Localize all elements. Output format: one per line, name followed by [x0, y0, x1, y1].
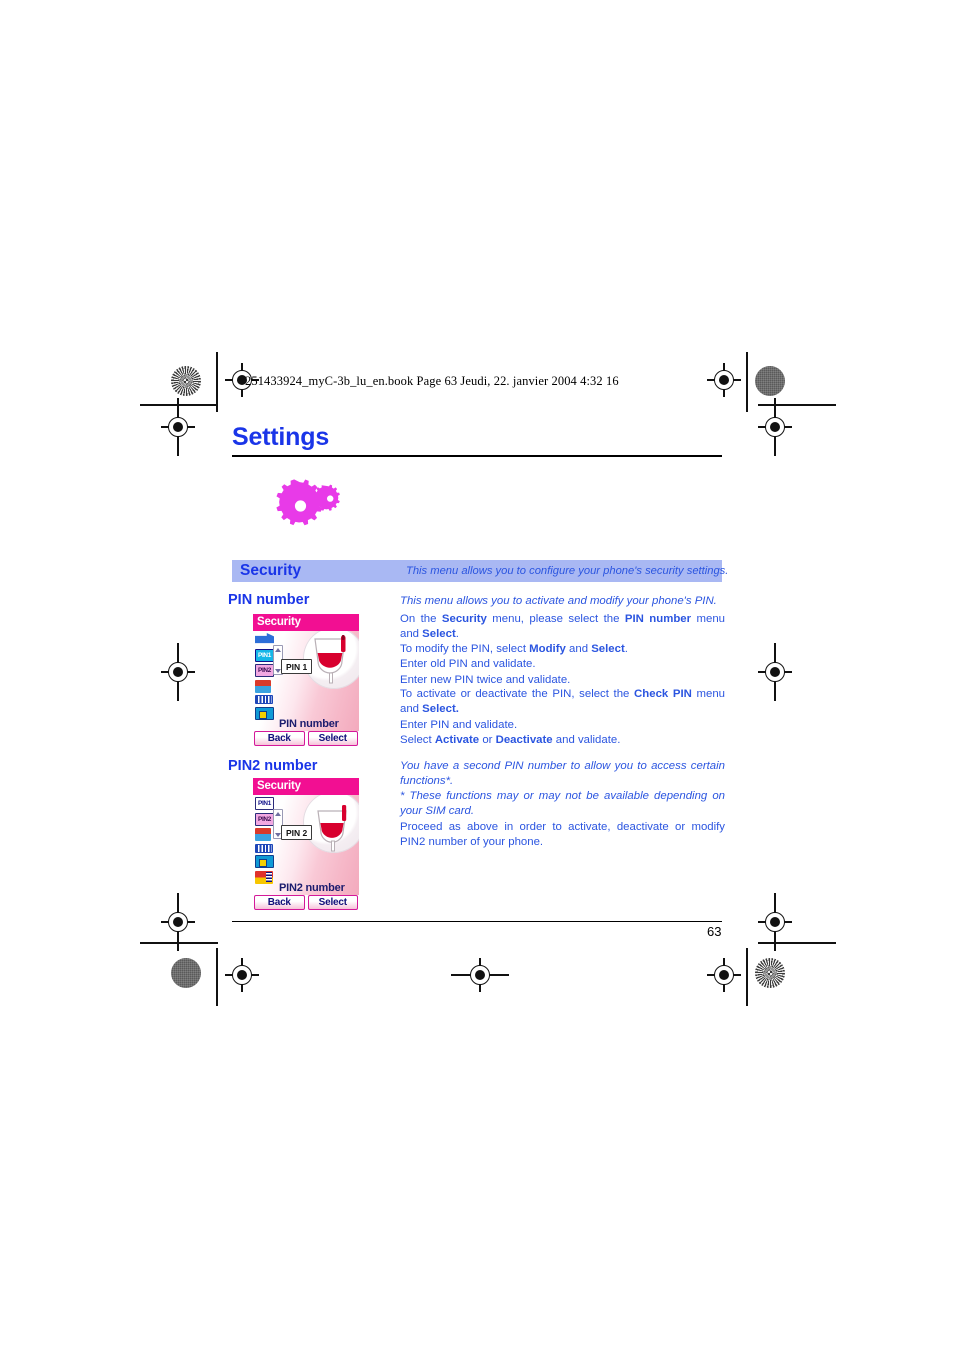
halftone-circle-top-right [755, 366, 785, 396]
section-band-security: Security This menu allows you to configu… [232, 560, 728, 582]
crop-rule-left-vertical-bottom [216, 948, 218, 1006]
wine-glass-illustration [305, 635, 357, 706]
phone1-selected-item-label: PIN number [279, 718, 339, 730]
subsection-heading-pin-number: PIN number [228, 592, 310, 608]
registration-mark-left-center [161, 643, 195, 701]
gears-icon [273, 478, 349, 534]
pin-p2-seg3: . [624, 643, 628, 655]
phone-screenshot-pin2-number: Security PIN1 PIN2 PIN 2 PIN2 number Bac… [253, 778, 359, 911]
pin-p1-seg1: On the [400, 613, 442, 625]
phone2-softkey-back[interactable]: Back [254, 895, 305, 910]
registration-mark-left-upper [161, 398, 195, 456]
registration-mark-bottom-right [707, 958, 741, 992]
pin-p3-line3-seg1: Select [400, 734, 435, 747]
pin-p3-bold-deactivate: Deactivate [495, 734, 553, 747]
pin-p3-line1: To activate or deactivate the PIN, selec… [400, 687, 725, 718]
document-page: 251433924_myC-3b_lu_en.book Page 63 Jeud… [0, 0, 954, 1351]
crop-rule-right-vertical-top [746, 352, 748, 412]
pin-paragraph-2: To modify the PIN, select Modify and Sel… [400, 642, 725, 688]
subsection-heading-pin2-number: PIN2 number [228, 758, 318, 774]
pin-p3-line3-seg2: or [479, 734, 496, 747]
phone2-screen-body: PIN1 PIN2 PIN 2 PIN2 number [253, 795, 359, 895]
registration-mark-bottom-center [451, 958, 509, 992]
pin-p3-bold-select: Select. [422, 703, 459, 716]
crop-rule-right-horizontal-lower [758, 942, 836, 944]
folder-icon [255, 855, 274, 868]
pin-p3-line3-seg3: and validate. [552, 734, 621, 747]
pin-p2-bold-select: Select [591, 643, 625, 655]
phone1-softkey-select[interactable]: Select [307, 731, 358, 746]
wine-glass-illustration [309, 805, 357, 872]
pin2-icon: PIN2 [255, 664, 274, 677]
sim-card-icon [255, 633, 274, 644]
footer-rule [232, 921, 722, 923]
phone1-screen-body: PIN1 PIN2 PIN 1 PIN number [253, 631, 359, 731]
halftone-circle-top-left [171, 366, 201, 396]
registration-mark-right-upper [758, 398, 792, 456]
call-barring-icon [255, 828, 271, 841]
list-icon [255, 870, 273, 884]
network-icon [255, 843, 273, 853]
call-barring-icon [255, 679, 271, 693]
folder-icon [255, 706, 274, 720]
halftone-circle-bottom-right [755, 958, 785, 988]
pin1-icon: PIN1 [255, 797, 274, 810]
page-title: Settings [232, 423, 330, 451]
registration-mark-left-lower [161, 893, 195, 951]
phone1-softkey-bar: Back Select [253, 731, 359, 747]
crop-rule-left-horizontal-lower [140, 942, 218, 944]
phone1-callout-pin1: PIN 1 [281, 659, 313, 674]
pin-p2-bold-modify: Modify [529, 643, 566, 655]
pin-p2-line1: To modify the PIN, select Modify and Sel… [400, 642, 725, 657]
pin-p1-bold-select: Select [422, 628, 456, 641]
phone1-title-bar: Security [253, 614, 359, 631]
pin2-icon: PIN2 [255, 812, 274, 826]
registration-mark-bottom-left [225, 958, 259, 992]
pin-p1-bold-pin-number: PIN number [624, 613, 692, 625]
crop-rule-right-vertical-bottom [746, 948, 748, 1006]
pin-p3-bold-activate: Activate [434, 734, 480, 747]
pin-p1-seg2: menu, please select the [486, 613, 625, 625]
phone2-callout-pin2: PIN 2 [281, 825, 313, 840]
registration-mark-right-center [758, 643, 792, 701]
book-header-line: 251433924_myC-3b_lu_en.book Page 63 Jeud… [245, 374, 619, 388]
phone2-selected-item-label: PIN2 number [279, 882, 345, 894]
crop-rule-left-vertical-top [216, 352, 218, 412]
crop-rule-right-horizontal-upper [758, 404, 836, 406]
registration-mark-right-lower [758, 893, 792, 951]
phone-screenshot-pin-number: Security PIN1 PIN2 PIN 1 PIN number Back… [253, 614, 359, 747]
pin2-paragraph-2: * These functions may or may not be avai… [400, 790, 725, 818]
phone2-title-bar: Security [253, 778, 359, 795]
pin-p2-seg1: To modify the PIN, select [400, 643, 530, 655]
pin2-paragraph-3: Proceed as above in order to activate, d… [400, 821, 725, 849]
pin-paragraph-3: To activate or deactivate the PIN, selec… [400, 687, 725, 749]
phone2-softkey-select[interactable]: Select [307, 895, 358, 910]
pin-p2-line3: Enter new PIN twice and validate. [400, 673, 571, 686]
pin-p2-line2: Enter old PIN and validate. [400, 658, 536, 671]
pin-p3-bold-check-pin: Check PIN [634, 688, 692, 700]
pin-p3-line2: Enter PIN and validate. [400, 718, 518, 731]
section-band-description: This menu allows you to configure your p… [406, 565, 729, 577]
pin2-paragraph-1: You have a second PIN number to allow yo… [400, 760, 725, 788]
pin-p3-seg1: To activate or deactivate the PIN, selec… [400, 688, 635, 700]
pin-p2-seg2: and [565, 643, 592, 655]
crop-rule-left-horizontal-upper [140, 404, 218, 406]
pin-p3-line3: Select Activate or Deactivate and valida… [400, 733, 725, 748]
phone2-softkey-bar: Back Select [253, 895, 359, 911]
section-band-title: Security [240, 562, 302, 579]
phone1-softkey-back[interactable]: Back [254, 731, 305, 746]
pin-paragraph-1: On the Security menu, please select the … [400, 612, 725, 643]
pin-p1-seg4: . [455, 628, 459, 641]
pin-p1-bold-security: Security [441, 613, 487, 625]
network-icon [255, 695, 273, 704]
page-number: 63 [707, 924, 722, 939]
halftone-circle-bottom-left [171, 958, 201, 988]
registration-mark-top-right [707, 363, 741, 397]
pin-intro-text: This menu allows you to activate and mod… [400, 595, 717, 607]
title-underline-rule [232, 455, 722, 457]
pin1-icon: PIN1 [255, 648, 274, 662]
